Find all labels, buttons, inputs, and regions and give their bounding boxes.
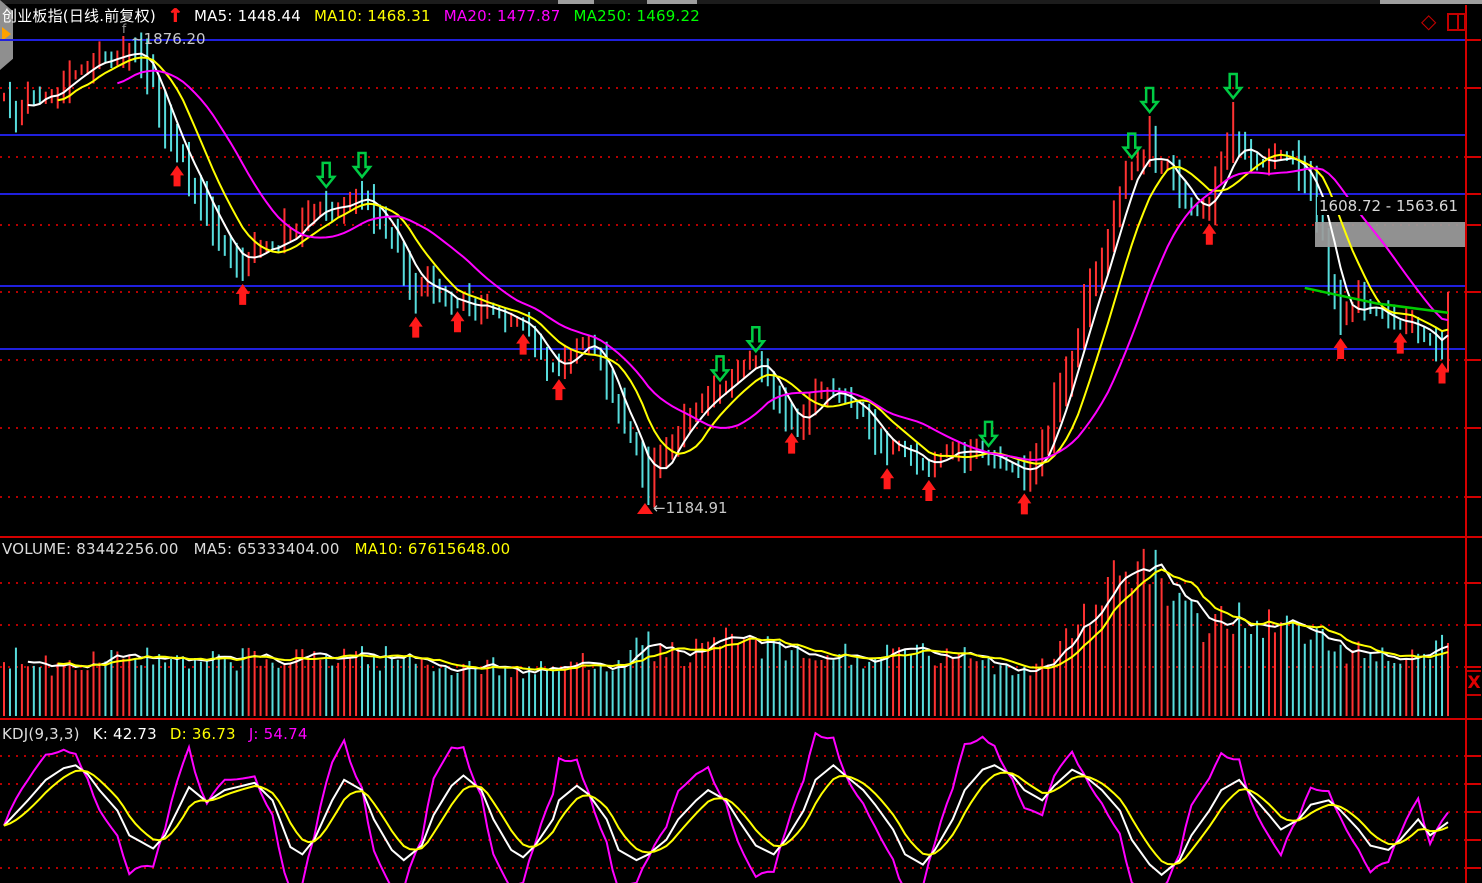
kdj-j-line [3,731,1449,883]
buy-arrow-icon [516,333,531,355]
ma20-line [117,69,1449,461]
range-tooltip: 1608.72 - 1563.61 [1317,197,1461,215]
sell-arrow-icon [745,326,767,354]
buy-arrow-icon [235,283,250,305]
kdj-d-value: D: 36.73 [169,725,236,743]
kdj-name: KDJ(9,3,3) [2,725,80,743]
pane-borders-axis [0,5,1482,883]
main-gridlines [0,39,1466,869]
buy-arrow-icon [551,379,566,401]
buy-arrow-icon [450,311,465,333]
ma10-line [57,56,1449,465]
buy-arrow-icon [1435,362,1450,384]
kdj-j-value: J: 54.74 [248,725,308,743]
volume-value: VOLUME: 83442256.00 [2,540,179,558]
kdj-k-value: K: 42.73 [92,725,157,743]
ma10-value: MA10: 1468.31 [314,6,431,25]
kdj-pane-legend: KDJ(9,3,3) K: 42.73 D: 36.73 J: 54.74 [2,725,308,743]
split-divider [1457,15,1459,29]
volume-ma5-value: MA5: 65333404.00 [193,540,340,558]
low-price-label: ←1184.91 [653,499,728,517]
ma5-line [27,52,1449,471]
kdj-k-line [3,763,1449,877]
instrument-title: 创业板指(日线.前复权) [2,7,156,25]
trade-signals [170,72,1450,515]
kdj-lines [3,731,1449,883]
chart-window: 创业板指(日线.前复权) ↑ MA5: 1448.44 MA10: 1468.3… [0,0,1482,883]
high-price-label: ~1876.20 [131,30,206,48]
ma5-value: MA5: 1448.44 [194,6,301,25]
buy-arrow-icon [1017,493,1032,515]
buy-arrow-icon [880,468,895,490]
volume-ma10-value: MA10: 67615648.00 [354,540,511,558]
selection-band [1315,222,1466,247]
sell-arrow-icon [1139,86,1161,115]
low-price-marker-icon [637,503,653,514]
buy-arrow-icon [921,479,936,501]
diamond-icon[interactable]: ◇ [1421,9,1436,33]
sell-arrow-icon [1222,72,1244,101]
main-pane-legend: 创业板指(日线.前复权) ↑ MA5: 1448.44 MA10: 1468.3… [2,5,700,26]
sell-arrow-icon [351,151,373,179]
volume-bars [3,548,1449,716]
sell-arrow-icon [315,161,337,189]
close-pane-button[interactable]: X [1467,670,1481,696]
trend-up-icon: ↑ [166,4,183,27]
ma250-value: MA250: 1469.22 [573,6,700,25]
buy-arrow-icon [1202,223,1217,245]
volume-pane-legend: VOLUME: 83442256.00 MA5: 65333404.00 MA1… [2,540,510,558]
buy-arrow-icon [784,432,799,454]
moving-averages [27,52,1449,471]
buy-arrow-icon [170,165,185,187]
ma20-value: MA20: 1477.87 [443,6,561,25]
buy-arrow-icon [408,316,423,338]
buy-arrow-icon [1393,332,1408,354]
split-window-icon[interactable] [1447,13,1466,31]
candlestick-bars [3,32,1449,508]
